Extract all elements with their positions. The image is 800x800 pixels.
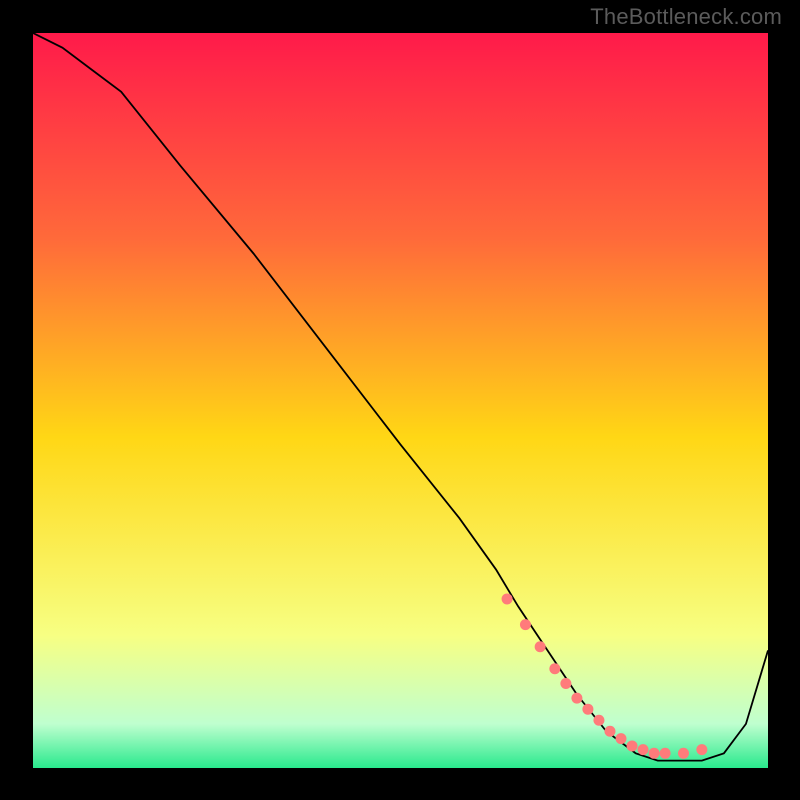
marker-dot <box>649 748 660 759</box>
marker-dot <box>696 744 707 755</box>
marker-dot <box>604 726 615 737</box>
marker-dot <box>660 748 671 759</box>
marker-dot <box>678 748 689 759</box>
chart-svg <box>33 33 768 768</box>
marker-dot <box>582 704 593 715</box>
marker-dot <box>638 744 649 755</box>
plot-area <box>33 33 768 768</box>
chart-frame: TheBottleneck.com <box>0 0 800 800</box>
marker-dot <box>535 641 546 652</box>
marker-dot <box>627 740 638 751</box>
watermark-text: TheBottleneck.com <box>590 4 782 30</box>
marker-dot <box>593 715 604 726</box>
marker-dot <box>616 733 627 744</box>
marker-dot <box>560 678 571 689</box>
marker-dot <box>571 693 582 704</box>
marker-dot <box>549 663 560 674</box>
marker-dot <box>520 619 531 630</box>
marker-dot <box>502 593 513 604</box>
gradient-rect <box>33 33 768 768</box>
